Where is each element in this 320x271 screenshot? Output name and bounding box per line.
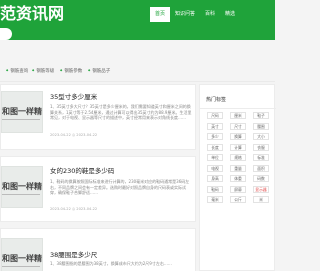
nav-featured[interactable]: 精选 [220,7,240,22]
tag-link[interactable]: 钢筋参数 [60,68,82,74]
site-header: 范资讯网 首页 知识问答 百科 精选 [0,0,275,28]
hot-tag[interactable]: 标准 [253,154,269,161]
hot-tag[interactable]: 英寸 [207,122,223,130]
tag-strip: 钢筋查询 钢筋等级 钢筋参数 钢筋品子 [0,62,275,82]
search-bar [0,28,275,40]
sidebar-hot-tags: 热门标签 尺码 厘米 鞋子英寸 尺寸 腰围多少 换算 大小长度 计算 衣服单位 规格 标准电视 重量面… [199,84,276,271]
article-title[interactable]: 35型寸多少厘米 [50,91,97,101]
article-title[interactable]: 女的230的鞋是多少码 [50,165,114,175]
thumbnail-divider [2,194,40,195]
article-excerpt: 1、鞋码的换算按照国际标准来进行计算的，230毫米对应的鞋码通常是36码左右，不… [50,179,190,196]
article-thumbnail[interactable]: 和图一样精彩 [1,166,43,208]
search-input[interactable] [0,28,12,40]
hot-tag[interactable]: 重量 [230,164,246,172]
hot-tag[interactable]: 电视 [207,164,223,172]
hot-tag[interactable]: 体重 [230,175,246,182]
hot-tag[interactable]: 衣服 [253,143,269,151]
article-meta: 2023-04-22 ◎ 2023-04-22 [50,207,98,211]
nav-wiki[interactable]: 百科 [200,7,220,22]
hot-tag[interactable]: 屏幕 [230,185,246,193]
thumbnail-divider [2,119,40,120]
article-title[interactable]: 38腰围是多少尺 [50,249,97,259]
hot-tag[interactable]: 多少 [207,133,223,140]
hot-tag[interactable]: 码数 [253,175,269,182]
tag-link[interactable]: 钢筋等级 [32,68,54,74]
hot-tag[interactable]: 米 [253,196,269,203]
article-card[interactable]: 和图一样精彩 35型寸多少厘米 1、35英寸多大尺寸？35英寸是多少厘米的，我们… [0,84,196,150]
article-thumbnail[interactable]: 和图一样精彩 [1,238,43,271]
hot-tag[interactable]: 单位 [207,154,223,161]
sidebar-divider [200,108,276,109]
hot-tag[interactable]: 鞋码 [207,185,223,193]
hot-tag[interactable]: 长度 [207,143,223,151]
hot-tag[interactable]: 显示器 [253,185,269,193]
hot-tag[interactable]: 计算 [230,143,246,151]
hot-tag[interactable]: 腰围 [253,122,269,130]
hot-tag[interactable]: 厘米 [230,112,246,119]
nav-home[interactable]: 首页 [150,7,171,22]
thumbnail-caption: 和图一样精彩 [2,182,42,191]
thumbnail-caption: 和图一样精彩 [2,254,42,263]
thumbnail-caption: 和图一样精彩 [2,107,42,116]
nav-qa[interactable]: 知识问答 [170,7,200,22]
hot-tag[interactable]: 面积 [253,164,269,172]
article-excerpt: 1、38腰围指的是腰围为38英寸，换算成市尺大约为2尺9寸左右…… [50,261,172,266]
tag-link[interactable]: 钢筋品子 [88,68,110,74]
hot-tag[interactable]: 毫米 [207,196,223,203]
hot-tag[interactable]: 尺码 [207,112,223,119]
hot-tag[interactable]: 尺寸 [230,122,246,130]
hot-tag[interactable]: 身高 [207,175,223,182]
hot-tag[interactable]: 大小 [253,133,269,140]
tag-link[interactable]: 钢筋查询 [6,68,28,74]
article-card[interactable]: 和图一样精彩 38腰围是多少尺 1、38腰围指的是腰围为38英寸，换算成市尺大约… [0,228,196,271]
article-excerpt: 1、35英寸多大尺寸？35英寸是多少厘米的，我们需要知道英寸和厘米之间的换算关系… [50,104,192,121]
site-logo[interactable]: 范资讯网 [0,4,64,24]
hot-tag[interactable]: 规格 [230,154,246,161]
main-nav: 首页 知识问答 百科 精选 [150,7,240,22]
hot-tag[interactable]: 换算 [230,133,246,140]
thumbnail-divider [2,266,40,267]
article-card[interactable]: 和图一样精彩 女的230的鞋是多少码 1、鞋码的换算按照国际标准来进行计算的，2… [0,156,196,222]
hot-tag[interactable]: 公斤 [230,196,246,203]
article-meta: 2023-04-22 ◎ 2023-04-22 [50,133,98,137]
hot-tag[interactable]: 鞋子 [253,112,269,119]
article-thumbnail[interactable]: 和图一样精彩 [1,91,43,133]
sidebar-title: 热门标签 [206,97,227,103]
